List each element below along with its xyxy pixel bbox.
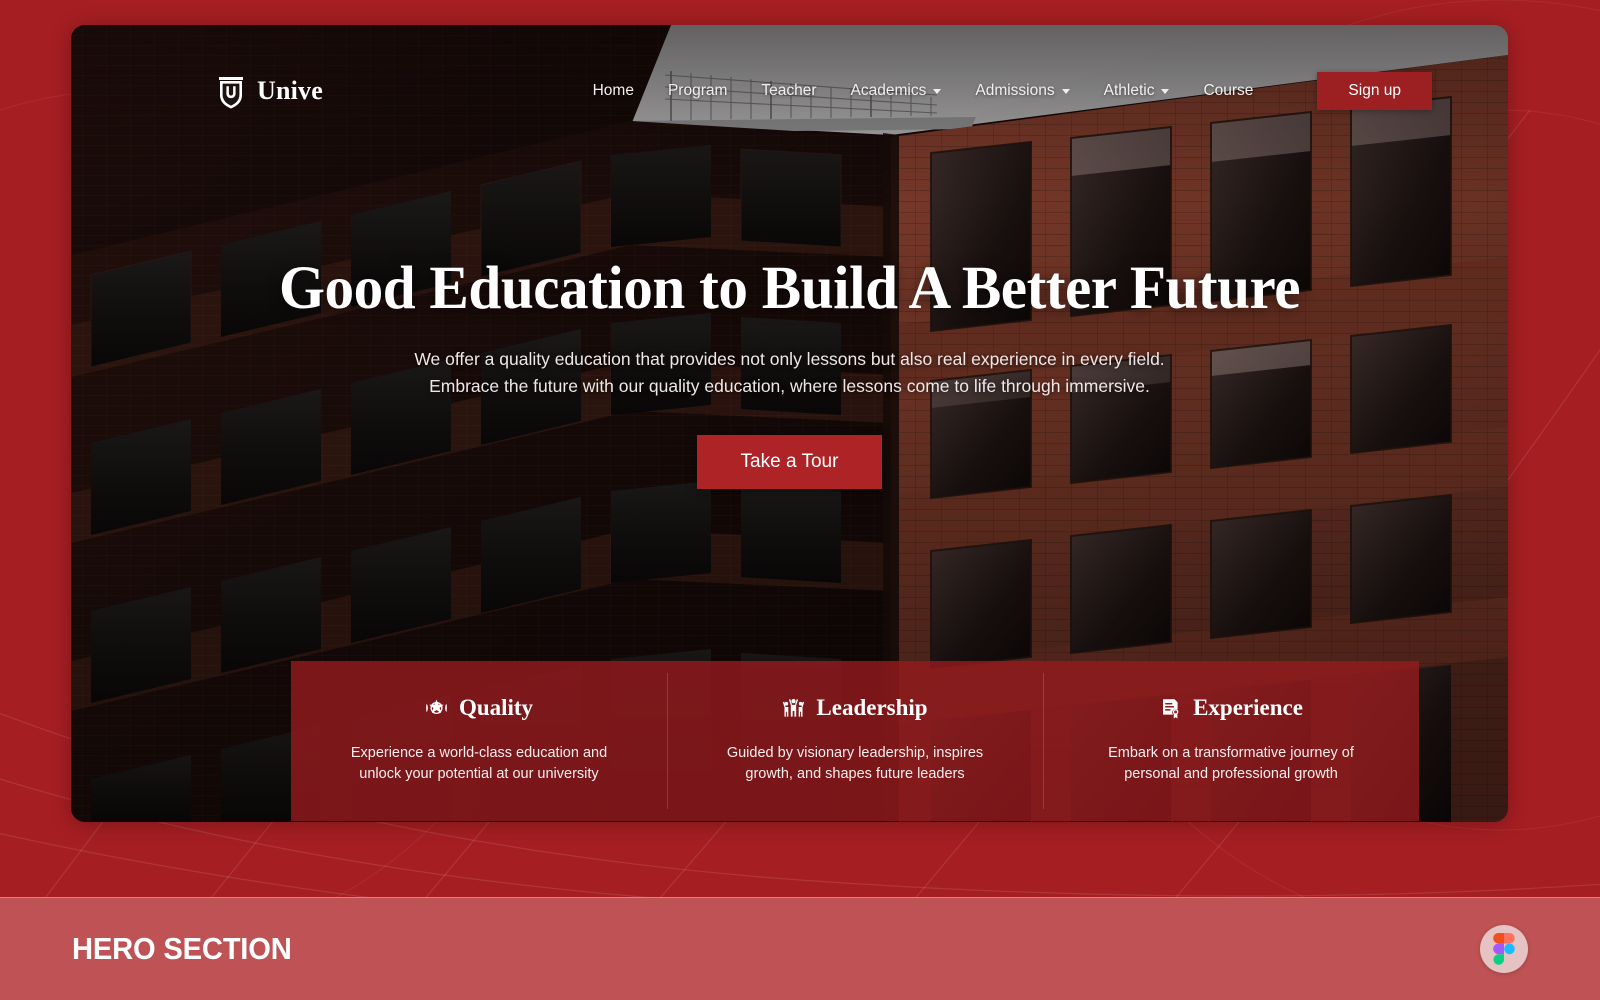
hero-subtitle-line-1: We offer a quality education that provid… (414, 348, 1165, 369)
nav-label: Admissions (975, 82, 1055, 99)
chevron-down-icon (933, 88, 942, 94)
feature-description: Guided by visionary leadership, inspires… (726, 745, 984, 782)
feature-heading: Leadership (713, 695, 997, 721)
nav-item-admissions[interactable]: Admissions (975, 82, 1070, 100)
feature-heading: Experience (1089, 695, 1373, 721)
nav-item-program[interactable]: Program (668, 82, 727, 100)
nav-links: Home Program Teacher Academics Admission… (593, 72, 1432, 110)
nav-label: Program (667, 82, 728, 99)
nav-item-teacher[interactable]: Teacher (761, 82, 816, 100)
shield-u-icon (216, 73, 246, 109)
star-badge-icon (425, 697, 448, 720)
feature-card-quality: Quality Experience a world-class educati… (291, 661, 667, 784)
feature-description: Experience a world-class education and u… (350, 745, 608, 782)
brand-logo[interactable]: Unive (216, 73, 323, 109)
page-title: Good Education to Build A Better Future (278, 255, 1301, 322)
feature-description: Embark on a transformative journey of pe… (1108, 745, 1354, 782)
nav-item-academics[interactable]: Academics (851, 82, 942, 100)
section-caption-band: HERO SECTION (0, 897, 1600, 1000)
feature-heading: Quality (337, 695, 621, 721)
feature-title: Leadership (816, 695, 928, 720)
brand-name: Unive (257, 76, 323, 105)
section-caption-label: HERO SECTION (72, 931, 292, 966)
hero-cta-wrapper: Take a Tour (131, 434, 1448, 489)
hero-subtitle: We offer a quality education that provid… (131, 346, 1448, 400)
feature-card-leadership: Leadership Guided by visionary leadershi… (667, 661, 1043, 810)
people-group-icon (782, 697, 805, 720)
chevron-down-icon (1061, 88, 1070, 94)
nav-item-course[interactable]: Course (1203, 82, 1253, 100)
nav-item-athletic[interactable]: Athletic (1104, 82, 1170, 100)
main-navigation: Unive Home Program Teacher Academics Adm… (71, 72, 1508, 110)
figma-icon (1493, 933, 1515, 965)
chevron-down-icon (1161, 88, 1170, 94)
signup-button[interactable]: Sign up (1317, 72, 1432, 110)
take-a-tour-button[interactable]: Take a Tour (696, 434, 883, 489)
certificate-icon (1159, 697, 1182, 720)
feature-bar: Quality Experience a world-class educati… (291, 661, 1419, 821)
feature-title: Quality (458, 695, 534, 720)
nav-label: Athletic (1103, 82, 1155, 99)
figma-badge[interactable] (1480, 925, 1528, 973)
nav-item-home[interactable]: Home (593, 82, 634, 100)
nav-label: Home (592, 82, 634, 99)
hero-content: Good Education to Build A Better Future … (71, 255, 1508, 489)
feature-title: Experience (1193, 695, 1303, 720)
hero-subtitle-line-2: Embrace the future with our quality educ… (429, 375, 1150, 396)
nav-label: Teacher (761, 82, 817, 99)
nav-label: Course (1203, 82, 1254, 99)
feature-card-experience: Experience Embark on a transformative jo… (1043, 661, 1419, 810)
nav-label: Academics (850, 82, 927, 99)
hero-frame: Unive Home Program Teacher Academics Adm… (71, 25, 1508, 822)
